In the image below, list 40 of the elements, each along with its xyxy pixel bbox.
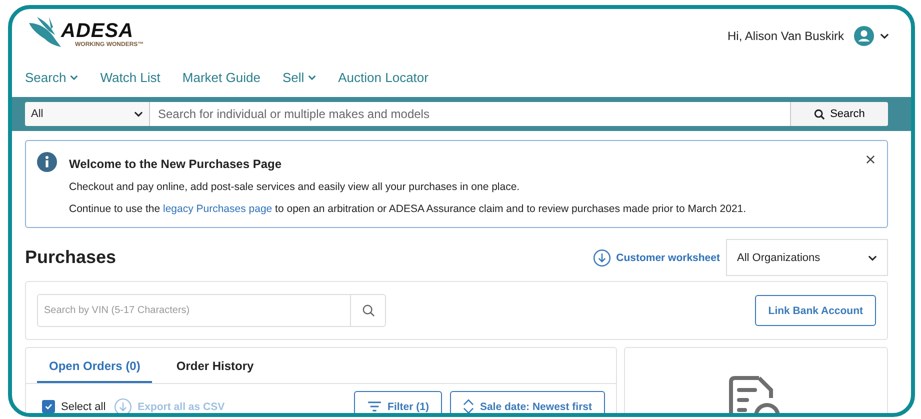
sort-button[interactable]: Sale date: Newest first (450, 391, 605, 413)
download-icon (593, 248, 612, 266)
chevron-down-icon (134, 111, 143, 117)
filter-button[interactable]: Filter (1) (354, 391, 442, 413)
user-greeting: Hi, Alison Van Buskirk (728, 29, 844, 43)
chevron-down-icon (70, 74, 78, 80)
user-avatar-icon[interactable] (854, 26, 874, 46)
filter-icon (366, 401, 382, 412)
chevron-down-icon (868, 254, 877, 260)
notice-text: Checkout and pay online, add post-sale services and easily view all your purchases in one place. (69, 181, 521, 193)
search-icon[interactable] (362, 304, 374, 317)
nav-link[interactable]: Search (25, 70, 78, 84)
page-title: Purchases (25, 247, 118, 268)
logo-wordmark: ADESA (61, 21, 134, 41)
tab[interactable]: Order History (164, 348, 266, 383)
tab[interactable]: Open Orders (0) (37, 348, 152, 383)
search-field[interactable]: Search for individual or multiple makes and models (150, 102, 790, 126)
chevron-down-icon[interactable] (880, 33, 889, 39)
customer-worksheet-link[interactable]: Customer worksheet (593, 248, 720, 266)
nav-link[interactable]: Sell (282, 70, 316, 84)
link-bank-account-button[interactable]: Link Bank Account (755, 295, 876, 326)
info-icon (37, 152, 57, 172)
select-all-checkbox[interactable]: Select all (42, 400, 106, 413)
download-icon (114, 398, 132, 413)
nav-link[interactable]: Watch List (100, 70, 160, 84)
nav-link[interactable]: Market Guide (182, 70, 260, 84)
sort-icon (462, 399, 474, 413)
close-icon[interactable] (866, 155, 875, 164)
vin-search-field[interactable]: Search by VIN (5-17 Characters) (37, 294, 386, 327)
search-button[interactable]: Search (790, 102, 888, 126)
notice-text: Continue to use the legacy Purchases page to open an arbitration or ADESA Assurance claim and to review purchases made prior to March 2021. (69, 203, 748, 215)
chevron-down-icon (308, 74, 316, 80)
category-select[interactable]: All (25, 102, 150, 126)
search-icon (814, 108, 826, 120)
nav-link[interactable]: Auction Locator (338, 70, 428, 84)
organization-select[interactable]: All Organizations (726, 239, 888, 276)
notice-title: Welcome to the New Purchases Page (69, 157, 283, 171)
checkbox[interactable] (42, 400, 55, 413)
check-icon (44, 402, 53, 411)
legacy-purchases-link[interactable]: legacy Purchases page (162, 203, 272, 215)
